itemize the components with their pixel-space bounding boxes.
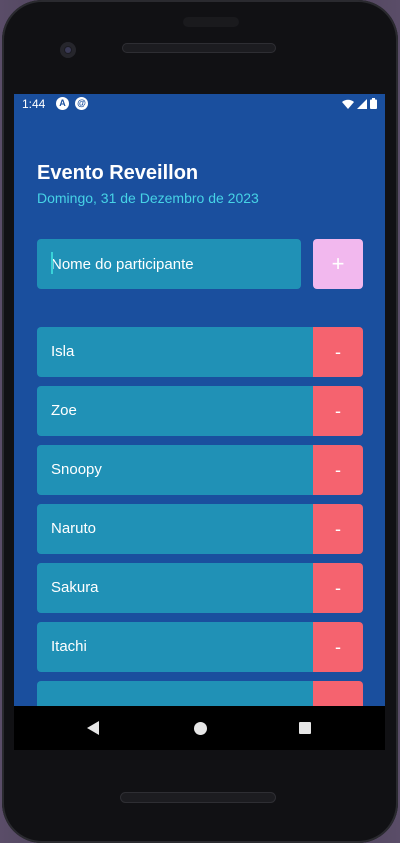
remove-participant-button[interactable]: - [313,386,363,436]
remove-participant-button[interactable]: - [313,681,363,706]
list-item: Sakura - [37,563,363,613]
remove-participant-button[interactable]: - [313,327,363,377]
participant-list: Isla - Zoe - Snoopy - Naruto - Sakura - … [37,327,363,706]
remove-participant-button[interactable]: - [313,504,363,554]
wifi-icon [342,99,354,109]
list-item: - [37,681,363,706]
status-time: 1:44 [22,97,46,111]
participant-name: Snoopy [37,445,313,495]
participant-name: Naruto [37,504,313,554]
list-item: Naruto - [37,504,363,554]
page-title: Evento Reveillon [37,162,199,184]
bottom-speaker-grille [120,792,276,803]
event-date: Domingo, 31 de Dezembro de 2023 [37,190,259,206]
remove-participant-button[interactable]: - [313,563,363,613]
add-participant-button[interactable]: + [313,239,363,289]
participant-name: Sakura [37,563,313,613]
app-screen: 1:44 A @ Evento Reveillon Domingo, 31 de… [14,94,385,706]
home-icon[interactable] [194,722,207,735]
recents-icon[interactable] [299,722,311,734]
text-cursor [51,252,53,274]
status-right-icons [342,98,377,109]
list-item: Isla - [37,327,363,377]
list-item: Snoopy - [37,445,363,495]
remove-participant-button[interactable]: - [313,445,363,495]
remove-participant-button[interactable]: - [313,622,363,672]
android-nav-bar [14,706,385,750]
participant-name-input[interactable] [37,239,301,289]
participant-name: Zoe [37,386,313,436]
list-item: Itachi - [37,622,363,672]
status-bar: 1:44 A @ [14,94,385,114]
emulator-stage: 1:44 A @ Evento Reveillon Domingo, 31 de… [0,0,400,843]
phone-frame: 1:44 A @ Evento Reveillon Domingo, 31 de… [2,0,398,843]
top-speaker-grille [122,43,276,53]
sync-icon: @ [75,97,88,110]
signal-icon [357,98,367,109]
list-item: Zoe - [37,386,363,436]
participant-name [37,681,313,706]
back-icon[interactable] [87,721,99,735]
front-camera [60,42,76,58]
battery-icon [370,98,377,109]
earpiece-slit [183,17,239,27]
a-icon: A [56,97,69,110]
participant-name: Itachi [37,622,313,672]
participant-name: Isla [37,327,313,377]
